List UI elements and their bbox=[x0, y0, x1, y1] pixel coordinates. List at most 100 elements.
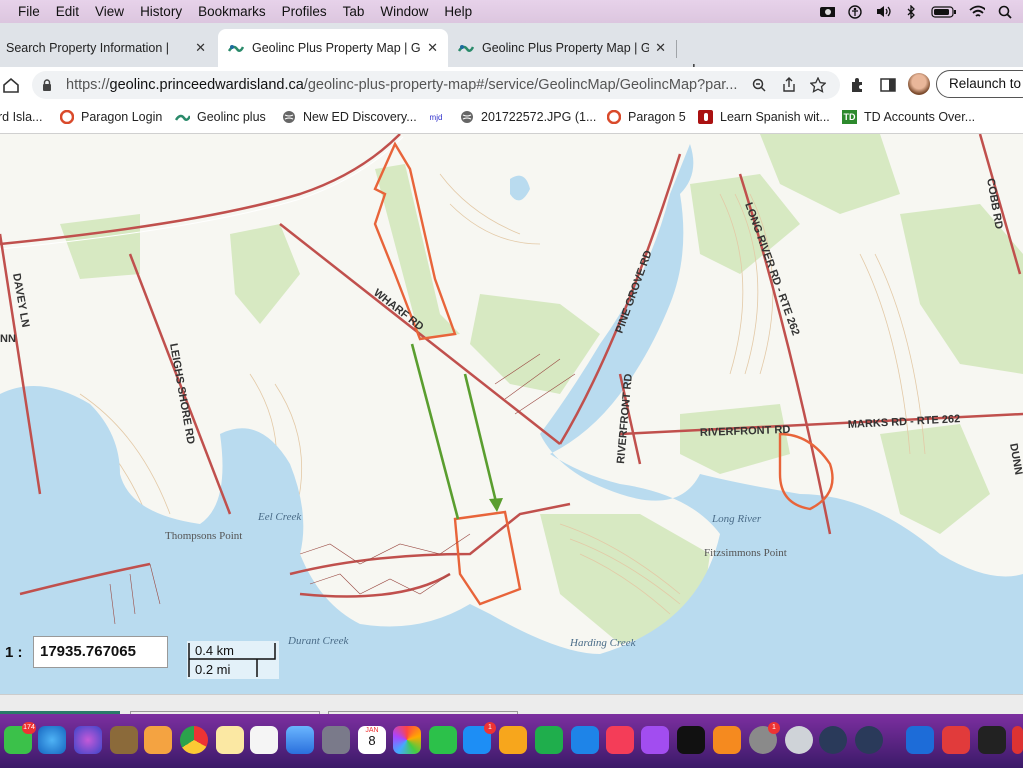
td-icon: TD bbox=[842, 110, 857, 124]
geolinc-icon bbox=[458, 45, 474, 52]
globe-icon bbox=[281, 110, 296, 124]
wifi-icon[interactable] bbox=[969, 5, 985, 18]
utility-icon[interactable] bbox=[785, 726, 813, 754]
close-icon[interactable]: ✕ bbox=[655, 40, 666, 56]
map-canvas[interactable]: WHARF RD PINE GROVE RD LONG RIVER RD - R… bbox=[0, 134, 1023, 694]
tab-geolinc-map-active[interactable]: Geolinc Plus Property Map | G ✕ bbox=[218, 29, 448, 67]
menu-bookmarks[interactable]: Bookmarks bbox=[190, 4, 274, 19]
reminders-icon[interactable] bbox=[250, 726, 278, 754]
label-nn: NN bbox=[0, 333, 16, 345]
label-thompsons-point: Thompsons Point bbox=[165, 530, 242, 542]
app-store-badge: 1 bbox=[484, 722, 496, 734]
menu-profiles[interactable]: Profiles bbox=[274, 4, 335, 19]
label-long-river: Long River bbox=[711, 513, 762, 525]
relaunch-button[interactable]: Relaunch to bbox=[936, 70, 1023, 98]
mjd-icon: mjd bbox=[429, 112, 443, 122]
bookmark-paragon-login[interactable]: Paragon Login bbox=[59, 110, 162, 124]
menu-edit[interactable]: Edit bbox=[48, 4, 87, 19]
tab-strip: Search Property Information | ✕ Geolinc … bbox=[0, 23, 1023, 81]
bookmark-pei[interactable]: rd Isla... bbox=[0, 110, 42, 124]
menu-window[interactable]: Window bbox=[372, 4, 436, 19]
bookmark-jpg[interactable]: 201722572.JPG (1... bbox=[459, 110, 596, 124]
avatar[interactable] bbox=[908, 73, 930, 95]
notes-icon[interactable] bbox=[216, 726, 244, 754]
wifi-app-icon[interactable] bbox=[906, 726, 934, 754]
photos-icon[interactable] bbox=[393, 726, 421, 754]
bookmark-label: TD Accounts Over... bbox=[864, 110, 976, 124]
pages-icon[interactable] bbox=[499, 726, 527, 754]
url-path: /geolinc-plus-property-map#/service/Geol… bbox=[303, 77, 738, 93]
scale-prefix: 1 : bbox=[5, 644, 23, 661]
menu-bar: File Edit View History Bookmarks Profile… bbox=[0, 0, 1023, 23]
tab-search-property[interactable]: Search Property Information | ✕ bbox=[0, 29, 216, 67]
accessibility-icon[interactable] bbox=[847, 4, 863, 19]
lock-icon[interactable] bbox=[42, 78, 52, 92]
extensions-icon[interactable] bbox=[849, 77, 865, 93]
menu-view[interactable]: View bbox=[87, 4, 132, 19]
terminal-icon[interactable] bbox=[978, 726, 1006, 754]
preview-icon[interactable] bbox=[144, 726, 172, 754]
tab-title: Geolinc Plus Property Map | G bbox=[482, 41, 650, 55]
share-icon[interactable] bbox=[782, 77, 796, 93]
bookmark-mjd[interactable]: mjd bbox=[428, 110, 451, 124]
geolinc-icon bbox=[228, 45, 244, 52]
scale-km: 0.4 km bbox=[195, 643, 235, 658]
menu-help[interactable]: Help bbox=[436, 4, 480, 19]
notes-app-icon[interactable] bbox=[110, 726, 138, 754]
property-map[interactable]: WHARF RD PINE GROVE RD LONG RIVER RD - R… bbox=[0, 134, 1023, 694]
menu-history[interactable]: History bbox=[132, 4, 190, 19]
bookmark-geolinc-plus[interactable]: Geolinc plus bbox=[175, 110, 266, 124]
podcasts-icon[interactable] bbox=[641, 726, 669, 754]
battery-icon[interactable] bbox=[931, 5, 957, 18]
music-icon[interactable] bbox=[606, 726, 634, 754]
label-eel-creek: Eel Creek bbox=[257, 511, 302, 523]
calendar-icon[interactable]: JAN 8 bbox=[358, 726, 386, 754]
bookmark-paragon-5[interactable]: Paragon 5 bbox=[606, 110, 686, 124]
bookmark-label: Learn Spanish wit... bbox=[720, 110, 830, 124]
bookmark-learn-spanish[interactable]: Learn Spanish wit... bbox=[698, 110, 830, 124]
home-icon[interactable] bbox=[2, 76, 20, 94]
books-icon[interactable] bbox=[713, 726, 741, 754]
url-text: https://geolinc.princeedwardisland.ca/ge… bbox=[66, 77, 737, 93]
camera-icon[interactable] bbox=[819, 5, 835, 18]
keynote-icon[interactable] bbox=[571, 726, 599, 754]
scale-input[interactable]: 17935.767065 bbox=[33, 636, 168, 668]
safari-icon[interactable] bbox=[38, 726, 66, 754]
search-icon[interactable] bbox=[997, 5, 1013, 19]
volume-icon[interactable] bbox=[875, 5, 891, 18]
close-icon[interactable]: ✕ bbox=[195, 40, 206, 56]
launchpad-icon[interactable] bbox=[322, 726, 350, 754]
bluetooth-icon[interactable] bbox=[903, 4, 919, 19]
messages-badge: 174 bbox=[22, 722, 36, 734]
chrome-icon[interactable] bbox=[180, 726, 208, 754]
sidebar-icon[interactable] bbox=[880, 77, 896, 93]
apple-tv-icon[interactable] bbox=[677, 726, 705, 754]
currency-app-icon-2[interactable] bbox=[855, 726, 883, 754]
bookmark-star-icon[interactable] bbox=[810, 77, 826, 93]
currency-app-icon[interactable] bbox=[819, 726, 847, 754]
facetime-icon[interactable] bbox=[429, 726, 457, 754]
settings-badge: 1 bbox=[768, 722, 780, 734]
bookmark-label: Paragon 5 bbox=[628, 110, 686, 124]
numbers-icon[interactable] bbox=[535, 726, 563, 754]
zoom-icon[interactable] bbox=[752, 78, 766, 92]
menu-tab[interactable]: Tab bbox=[335, 4, 373, 19]
calendar-day: 8 bbox=[368, 733, 376, 748]
bookmark-label: Geolinc plus bbox=[197, 110, 266, 124]
close-icon[interactable]: ✕ bbox=[427, 40, 438, 56]
horizontal-scroll-strip[interactable] bbox=[0, 694, 1023, 716]
siri-icon[interactable] bbox=[74, 726, 102, 754]
bookmark-td-accounts[interactable]: TD TD Accounts Over... bbox=[842, 110, 975, 124]
bookmark-label: New ED Discovery... bbox=[303, 110, 417, 124]
label-fitzsimmons-point: Fitzsimmons Point bbox=[704, 547, 787, 559]
mail-icon[interactable] bbox=[942, 726, 970, 754]
partial-app-icon[interactable] bbox=[1012, 726, 1023, 754]
menu-file[interactable]: File bbox=[0, 4, 48, 19]
scale-bar: 0.4 km 0.2 mi bbox=[187, 641, 279, 679]
url-host: geolinc.princeedwardisland.ca bbox=[109, 77, 304, 93]
tab-geolinc-map-2[interactable]: Geolinc Plus Property Map | G ✕ bbox=[448, 29, 676, 67]
address-bar[interactable]: https://geolinc.princeedwardisland.ca/ge… bbox=[32, 71, 840, 99]
learn-icon bbox=[698, 110, 713, 124]
bookmark-new-ed-discovery[interactable]: New ED Discovery... bbox=[281, 110, 417, 124]
maps-icon[interactable] bbox=[286, 726, 314, 754]
